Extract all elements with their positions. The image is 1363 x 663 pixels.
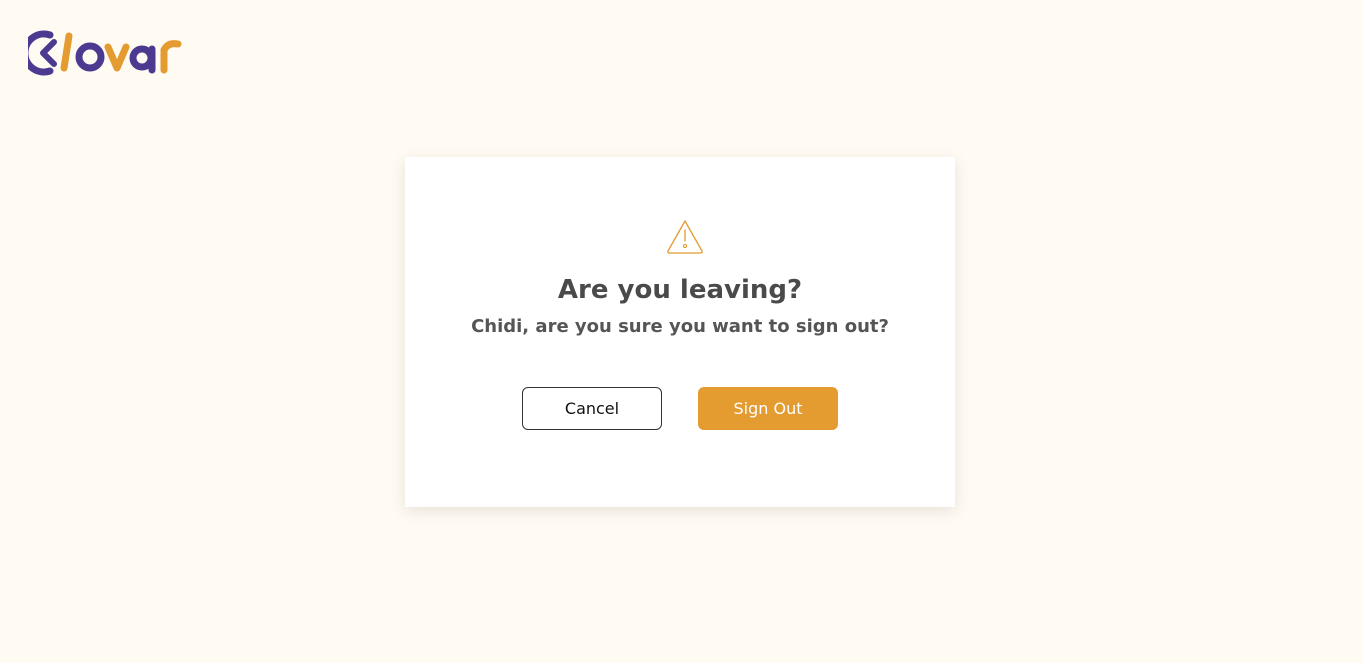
warning-triangle-icon	[666, 219, 704, 254]
clovar-logo[interactable]	[28, 30, 182, 76]
dialog-message: Chidi, are you sure you want to sign out…	[471, 316, 889, 337]
dialog-title: Are you leaving?	[557, 275, 803, 305]
sign-out-button[interactable]: Sign Out	[698, 387, 838, 430]
clovar-logo-mark	[28, 30, 182, 76]
sign-out-page: Are you leaving? Chidi, are you sure you…	[0, 0, 1363, 663]
sign-out-dialog: Are you leaving? Chidi, are you sure you…	[405, 157, 955, 507]
cancel-button[interactable]: Cancel	[522, 387, 662, 430]
